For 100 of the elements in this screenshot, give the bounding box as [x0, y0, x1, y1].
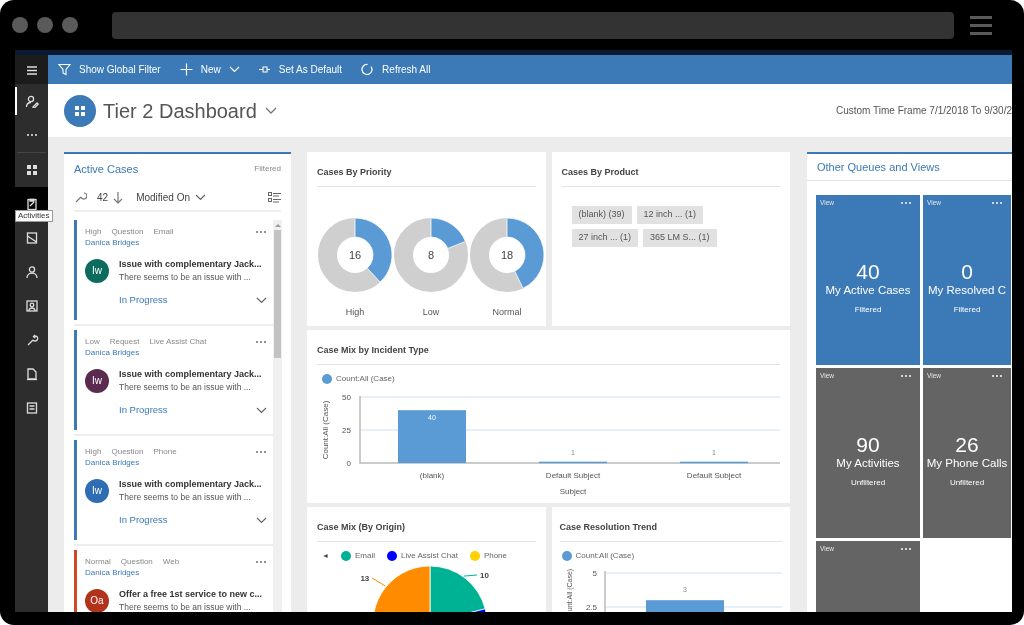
panel-title: Other Queues and Views: [817, 159, 940, 175]
product-tag[interactable]: 12 inch ... (1): [636, 206, 704, 224]
scrollbar[interactable]: [273, 220, 282, 612]
case-tag: High: [85, 226, 102, 237]
more-icon[interactable]: [255, 559, 267, 564]
case-title[interactable]: Issue with complementary Jack...: [119, 368, 262, 381]
status-link[interactable]: In Progress: [119, 293, 168, 308]
menu-icon[interactable]: [970, 15, 992, 35]
case-tag: Question: [111, 446, 144, 457]
slice-label: 10: [480, 571, 489, 580]
tile-title: My Activities: [836, 455, 900, 471]
product-tag[interactable]: (blank) (39): [571, 206, 632, 224]
case-title[interactable]: Issue with complementary Jack...: [119, 258, 262, 271]
leader-line: [371, 577, 386, 587]
chevron-down-icon[interactable]: [264, 106, 277, 115]
more-icon[interactable]: [900, 200, 912, 205]
document-person-icon: [24, 367, 39, 381]
panel-title: Case Mix by Incident Type: [317, 345, 429, 355]
donut-segment: [430, 217, 466, 249]
chevron-down-icon[interactable]: [256, 296, 267, 304]
chevron-down-icon[interactable]: [256, 406, 267, 414]
axis-title: Count:All (Case): [321, 400, 330, 460]
status-link[interactable]: In Progress: [119, 513, 168, 528]
donut-label: High: [345, 307, 365, 318]
command-button[interactable]: Refresh All: [361, 62, 431, 77]
donut-value: 16: [348, 249, 362, 261]
donut-label: Low: [422, 307, 440, 318]
axis-line: [603, 570, 606, 612]
donut-label: Normal: [492, 307, 522, 318]
case-title[interactable]: Issue with complementary Jack...: [119, 478, 262, 491]
window-dot-icon[interactable]: [62, 17, 78, 33]
bar: [539, 461, 607, 464]
window-dot-icon[interactable]: [12, 17, 28, 33]
status-link[interactable]: In Progress: [119, 403, 168, 418]
tile-filter: Filtered: [854, 303, 882, 316]
scroll-up-icon[interactable]: [274, 223, 281, 227]
sort-arrow-icon[interactable]: [112, 190, 125, 204]
case-description: There seems to be an issue with ...: [119, 601, 252, 612]
axis-tick-label: 2.5: [585, 603, 597, 612]
slice-label: 13: [360, 574, 370, 584]
more-icon[interactable]: [255, 339, 267, 344]
more-icon[interactable]: [991, 200, 1003, 205]
sort-field-button[interactable]: Modified On: [136, 189, 207, 205]
bar: [680, 461, 748, 464]
filter-label: Filtered: [254, 163, 281, 175]
window-dot-icon[interactable]: [37, 17, 53, 33]
axis-title: Subject: [559, 487, 587, 496]
person-icon: [24, 265, 39, 279]
legend-label: Count:All (Case): [336, 373, 395, 385]
plus-icon: [179, 63, 193, 76]
axis-category-label: Default Subject: [686, 471, 742, 480]
command-button[interactable]: Set As Default: [257, 62, 343, 77]
more-icon[interactable]: [900, 373, 912, 378]
product-tag[interactable]: 27 inch ... (1): [571, 229, 639, 247]
case-description: There seems to be an issue with ...: [119, 271, 252, 283]
tile-filter: Filtered: [953, 303, 981, 316]
contact-card-icon: [24, 299, 39, 313]
case-tag: Normal: [85, 556, 111, 567]
panel-title: Case Mix (By Origin): [317, 522, 406, 532]
tile-count: 40: [856, 260, 880, 283]
dashboard-icon: [64, 94, 96, 127]
tile-count: 26: [955, 433, 979, 456]
owner-link[interactable]: Danica Bridges: [85, 237, 140, 248]
legend-label: Live Assist Chat: [400, 550, 458, 562]
time-frame-label: Custom Time Frame 7/1/2018 To 9/30/2: [836, 104, 1012, 118]
command-button[interactable]: Show Global Filter: [58, 62, 161, 77]
more-icon[interactable]: [255, 229, 267, 234]
panel-title: Cases By Priority: [317, 167, 392, 177]
avatar: Oa: [85, 588, 109, 612]
more-icon[interactable]: [991, 373, 1003, 378]
case-description: There seems to be an issue with ...: [119, 491, 252, 503]
panel-title: Active Cases: [74, 161, 139, 177]
tooltip: Activities: [15, 210, 53, 222]
owner-link[interactable]: Danica Bridges: [85, 457, 140, 468]
case-tag: Web: [162, 556, 180, 567]
axis-tick-label: 5: [592, 569, 597, 578]
dashboard-title: Tier 2 Dashboard: [103, 98, 257, 124]
tile-filter: Unfiltered: [850, 476, 886, 489]
case-title[interactable]: Offer a free 1st service to new c...: [119, 588, 263, 601]
command-button[interactable]: New: [179, 62, 240, 77]
list-view-icon[interactable]: [268, 191, 281, 203]
tile-title: My Active Cases: [825, 282, 911, 298]
filter-icon: [58, 63, 71, 76]
axis-tick-label: 25: [342, 426, 351, 435]
avatar: Iw: [85, 478, 109, 503]
case-tag: Request: [109, 336, 140, 347]
axis-tick-label: 50: [342, 393, 351, 402]
product-tag[interactable]: 365 LM S... (1): [643, 229, 717, 247]
owner-link[interactable]: Danica Bridges: [85, 347, 140, 358]
more-icon[interactable]: [900, 546, 912, 551]
case-tag: Question: [111, 226, 144, 237]
chevron-down-icon[interactable]: [256, 516, 267, 524]
scrollbar-thumb[interactable]: [274, 230, 281, 358]
tile-count: 0: [961, 260, 973, 283]
more-icon[interactable]: [255, 449, 267, 454]
chevron-down-icon: [195, 193, 207, 201]
owner-link[interactable]: Danica Bridges: [85, 567, 140, 578]
donut-value: 18: [500, 249, 514, 261]
refresh-icon: [361, 63, 375, 76]
axis-tick-label: 0: [346, 459, 351, 468]
